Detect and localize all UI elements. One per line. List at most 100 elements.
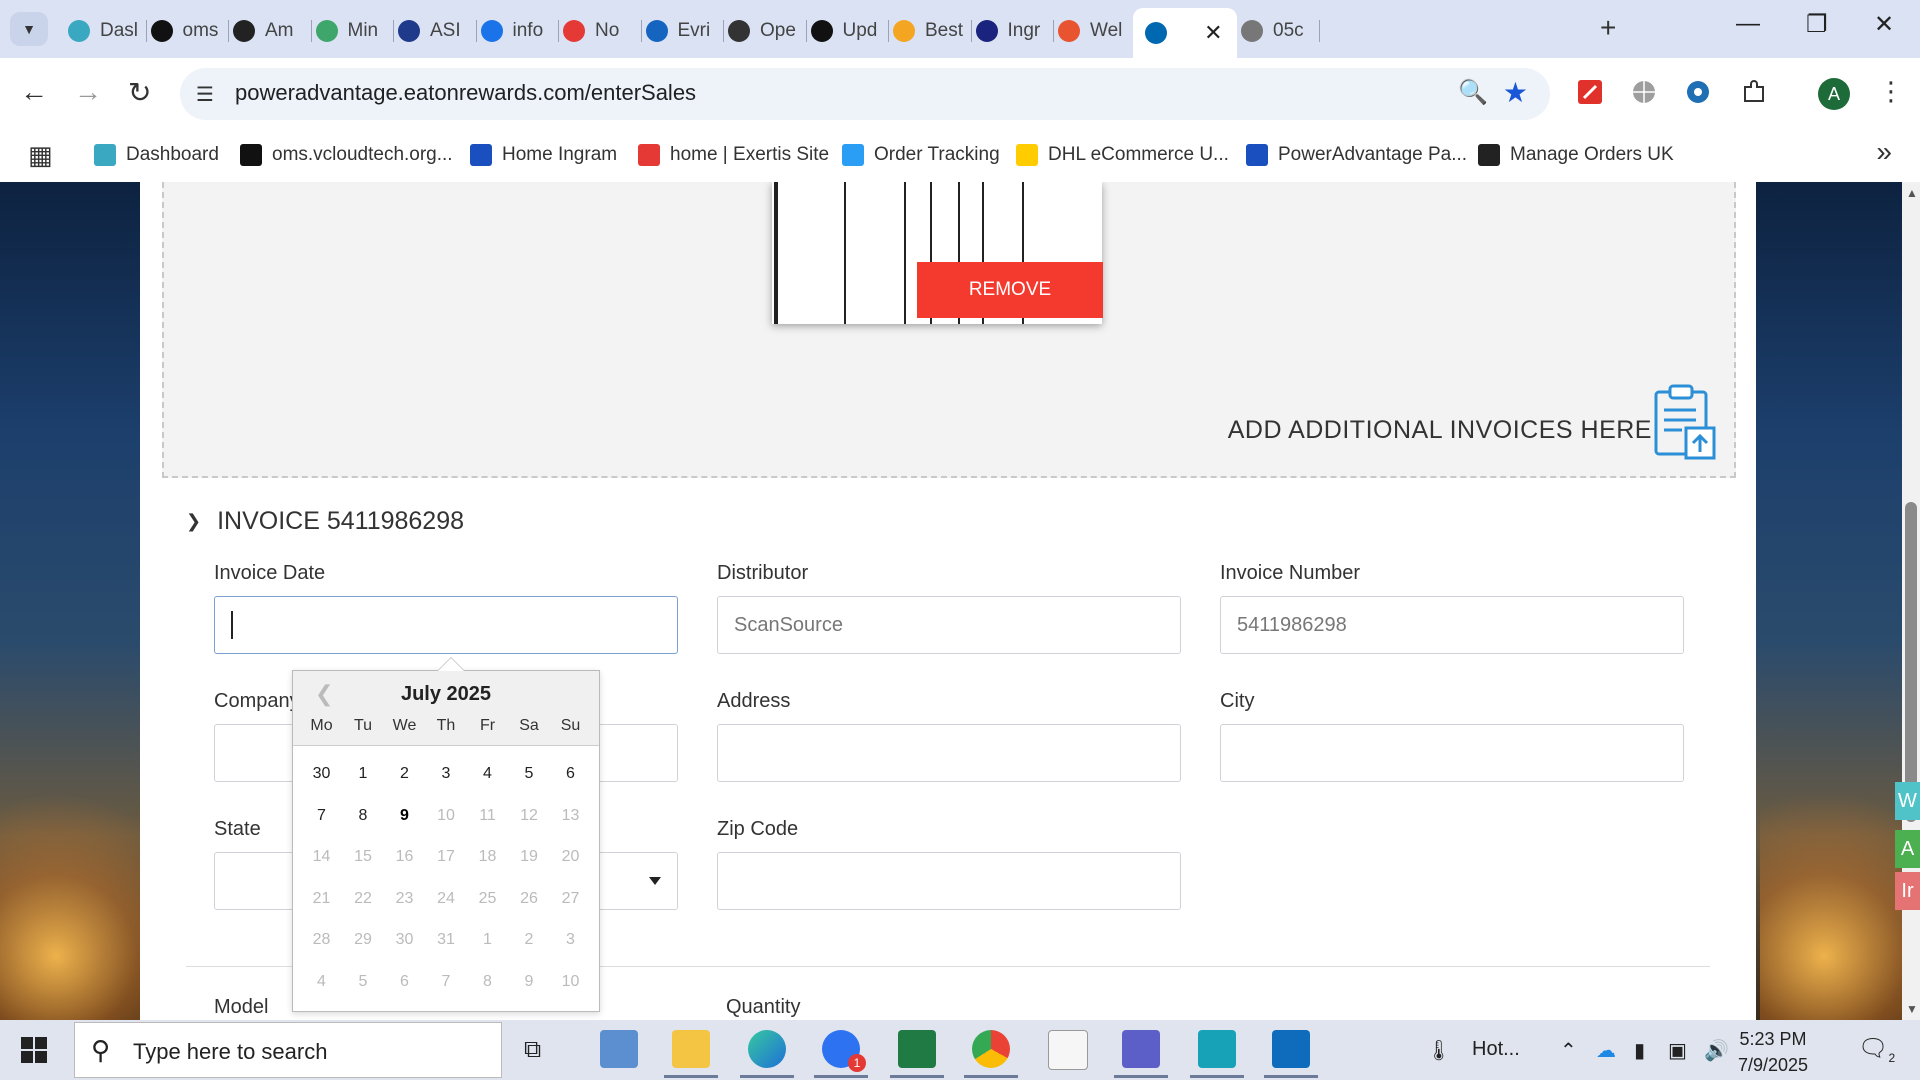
battery-icon[interactable]: ▮ bbox=[1634, 1038, 1645, 1063]
bookmark-item[interactable]: Manage Orders UK bbox=[1478, 140, 1674, 170]
city-input[interactable] bbox=[1220, 724, 1684, 782]
address-input[interactable] bbox=[717, 724, 1181, 782]
notepad-app-icon[interactable] bbox=[1048, 1030, 1088, 1070]
tab-0[interactable]: Dasl bbox=[60, 12, 147, 50]
show-hidden-icons-icon[interactable]: ⌃ bbox=[1560, 1038, 1577, 1063]
reload-icon[interactable]: ↻ bbox=[128, 76, 151, 109]
calendar-day[interactable]: 7 bbox=[301, 807, 342, 825]
bookmark-item[interactable]: Dashboard bbox=[94, 140, 219, 170]
calendar-day[interactable]: 4 bbox=[467, 765, 508, 783]
close-window-icon[interactable]: ✕ bbox=[1874, 10, 1894, 39]
sharefile-app-icon[interactable] bbox=[1190, 1030, 1244, 1078]
calendar-day[interactable]: 8 bbox=[343, 807, 384, 825]
restore-icon[interactable]: ❐ bbox=[1806, 10, 1828, 39]
tab-12[interactable]: Wel bbox=[1050, 12, 1137, 50]
apps-grid-icon[interactable]: ▦ bbox=[28, 140, 53, 171]
scrollbar-thumb[interactable] bbox=[1905, 502, 1917, 822]
calendar-day: 1 bbox=[483, 931, 492, 948]
browser-menu-icon[interactable]: ⋮ bbox=[1878, 76, 1904, 107]
scroll-down-icon[interactable]: ▼ bbox=[1906, 1002, 1918, 1016]
calendar-day[interactable]: 5 bbox=[509, 765, 550, 783]
url-text[interactable]: poweradvantage.eatonrewards.com/enterSal… bbox=[235, 80, 696, 106]
weather-icon[interactable]: 🌡 bbox=[1426, 1038, 1451, 1063]
dropdown-arrow-icon bbox=[649, 877, 661, 885]
bookmark-item[interactable]: Home Ingram bbox=[470, 140, 617, 170]
calendar-day[interactable]: 1 bbox=[343, 765, 384, 783]
clipboard-upload-icon[interactable] bbox=[1652, 382, 1718, 462]
taskbar-search[interactable]: ⚲ Type here to search bbox=[74, 1022, 502, 1078]
back-icon[interactable]: ← bbox=[20, 76, 48, 108]
pdf-extension-icon[interactable] bbox=[1576, 78, 1604, 106]
notification-center-icon[interactable]: 🗨2 bbox=[1858, 1034, 1895, 1065]
add-additional-invoices-label[interactable]: ADD ADDITIONAL INVOICES HERE bbox=[1228, 416, 1652, 445]
new-tab-button[interactable]: + bbox=[1600, 12, 1616, 44]
windows-start-icon[interactable] bbox=[20, 1036, 48, 1064]
bookmark-label: Order Tracking bbox=[874, 144, 1000, 165]
more-bookmarks-icon[interactable]: » bbox=[1876, 136, 1892, 168]
forward-icon[interactable]: → bbox=[74, 76, 102, 108]
address-bar[interactable]: ☰ poweradvantage.eatonrewards.com/enterS… bbox=[180, 68, 1550, 120]
tab-13[interactable]: ✕ bbox=[1132, 8, 1237, 58]
tab-4[interactable]: ASI bbox=[390, 12, 477, 50]
outlook-app-icon[interactable] bbox=[1264, 1030, 1318, 1078]
bookmark-item[interactable]: home | Exertis Site bbox=[638, 140, 829, 170]
globe-extension-icon[interactable] bbox=[1630, 78, 1658, 106]
volume-icon[interactable]: 🔊 bbox=[1704, 1038, 1729, 1063]
teams-app-icon[interactable] bbox=[1114, 1030, 1168, 1078]
tab-3[interactable]: Min bbox=[308, 12, 394, 50]
calendar-day[interactable]: 9 bbox=[384, 807, 425, 825]
invoice-date-input[interactable] bbox=[214, 596, 678, 654]
profile-avatar[interactable]: A bbox=[1818, 78, 1850, 110]
tab-9[interactable]: Upd bbox=[803, 12, 889, 50]
calendar-day[interactable]: 2 bbox=[384, 765, 425, 783]
system-clock[interactable]: 5:23 PM 7/9/2025 bbox=[1738, 1026, 1808, 1078]
tab-10[interactable]: Best bbox=[885, 12, 972, 50]
bookmark-item[interactable]: PowerAdvantage Pa... bbox=[1246, 140, 1467, 170]
tab-1[interactable]: oms bbox=[143, 12, 229, 50]
tab-11[interactable]: Ingr bbox=[968, 12, 1054, 50]
calendar-day: 23 bbox=[395, 889, 414, 907]
chevron-down-icon[interactable]: ❯ bbox=[186, 511, 201, 532]
bookmark-star-icon[interactable]: ★ bbox=[1503, 76, 1528, 109]
excel-app-icon[interactable] bbox=[890, 1030, 944, 1078]
remove-invoice-button[interactable]: REMOVE bbox=[917, 262, 1103, 318]
zoom-app-icon[interactable]: 1 bbox=[814, 1030, 868, 1078]
scroll-up-icon[interactable]: ▲ bbox=[1906, 186, 1918, 200]
bookmark-item[interactable]: oms.vcloudtech.org... bbox=[240, 140, 453, 170]
invoice-number-input[interactable]: 5411986298 bbox=[1220, 596, 1684, 654]
tab-2[interactable]: Am bbox=[225, 12, 312, 50]
close-tab-icon[interactable]: ✕ bbox=[1204, 20, 1222, 46]
bookmark-item[interactable]: DHL eCommerce U... bbox=[1016, 140, 1229, 170]
bookmark-item[interactable]: Order Tracking bbox=[842, 140, 1000, 170]
calendar-day[interactable]: 3 bbox=[426, 765, 467, 783]
weather-label[interactable]: Hot... bbox=[1472, 1038, 1520, 1061]
invoice-section-header[interactable]: ❯ INVOICE 5411986298 bbox=[186, 507, 464, 536]
calculator-app-icon[interactable] bbox=[600, 1030, 638, 1068]
tab-14[interactable]: 05c bbox=[1233, 12, 1320, 50]
side-tab-1[interactable]: A bbox=[1895, 830, 1920, 868]
tab-7[interactable]: Evri bbox=[638, 12, 724, 50]
tab-5[interactable]: info bbox=[473, 12, 559, 50]
task-view-icon[interactable]: ⧉ bbox=[524, 1036, 541, 1064]
chrome-app-icon[interactable] bbox=[964, 1030, 1018, 1078]
tab-search-button[interactable]: ▼ bbox=[10, 12, 48, 46]
zoom-icon[interactable]: 🔍 bbox=[1458, 78, 1488, 107]
onedrive-icon[interactable]: ☁ bbox=[1596, 1038, 1616, 1063]
zip-code-input[interactable] bbox=[717, 852, 1181, 910]
minimize-icon[interactable]: — bbox=[1736, 10, 1760, 38]
calendar-day: 19 bbox=[520, 848, 538, 865]
extensions-puzzle-icon[interactable] bbox=[1740, 78, 1768, 106]
calendar-day[interactable]: 30 bbox=[301, 765, 342, 783]
tab-8[interactable]: Ope bbox=[720, 12, 807, 50]
distributor-label: Distributor bbox=[717, 562, 809, 584]
calendar-day[interactable]: 6 bbox=[550, 765, 591, 783]
file-explorer-app-icon[interactable] bbox=[664, 1030, 718, 1078]
side-tab-2[interactable]: Ir bbox=[1895, 872, 1920, 910]
side-tab-0[interactable]: W bbox=[1895, 782, 1920, 820]
edge-app-icon[interactable] bbox=[740, 1030, 794, 1078]
vpn-extension-icon[interactable] bbox=[1684, 78, 1712, 106]
site-settings-icon[interactable]: ☰ bbox=[196, 82, 214, 107]
network-icon[interactable]: ▣ bbox=[1668, 1038, 1687, 1063]
tab-6[interactable]: No bbox=[555, 12, 642, 50]
distributor-input[interactable]: ScanSource bbox=[717, 596, 1181, 654]
